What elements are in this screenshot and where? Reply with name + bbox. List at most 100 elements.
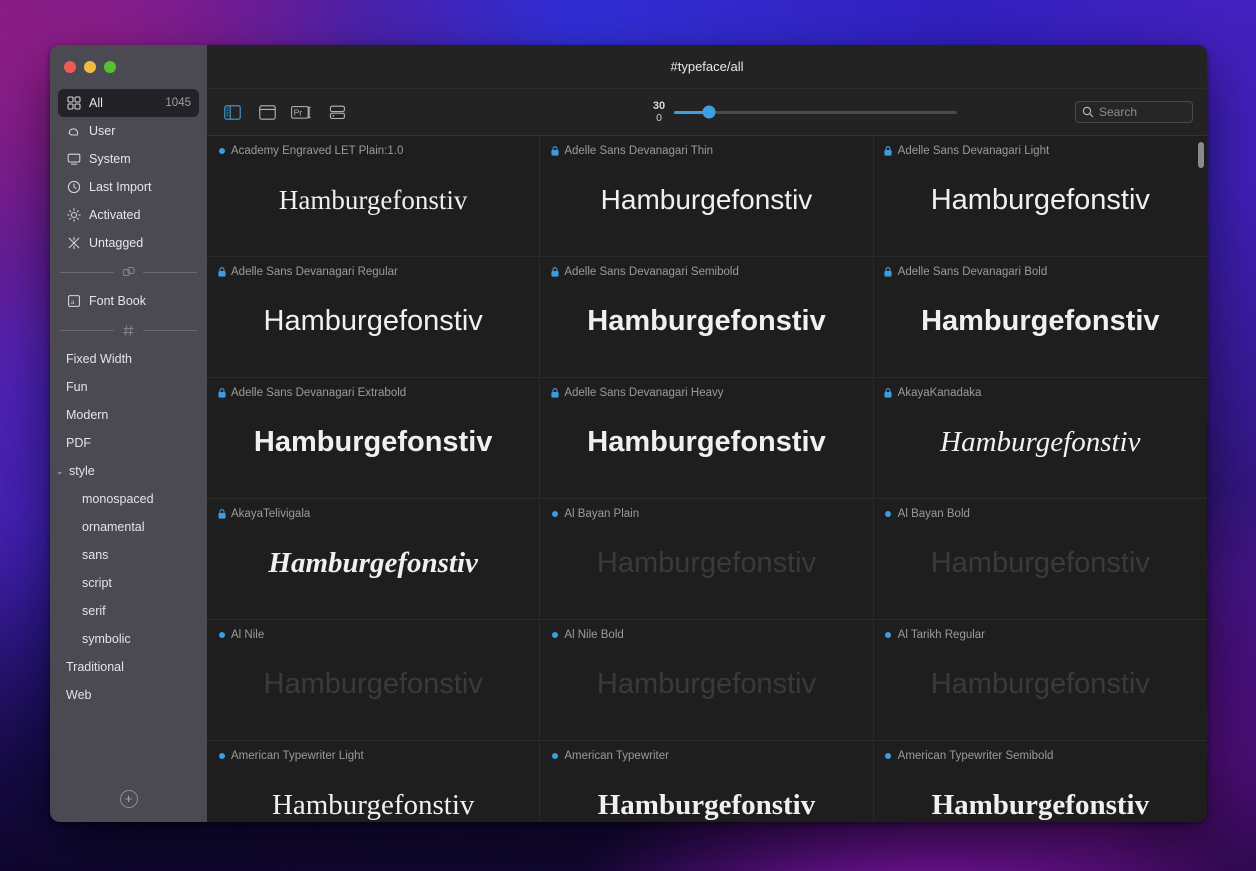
lock-icon [884,388,893,398]
divider-tags [50,315,207,345]
font-card[interactable]: American Typewriter Light Hamburgefonsti… [207,741,541,822]
font-card[interactable]: Al Nile Hamburgefonstiv [207,620,541,741]
font-card[interactable]: Adelle Sans Devanagari Heavy Hamburgefon… [540,378,874,499]
close-button[interactable] [64,61,76,73]
sidebar-tag-ornamental[interactable]: ornamental [50,513,207,541]
font-card-header: Al Bayan Plain [550,508,862,520]
font-name: Adelle Sans Devanagari Thin [564,145,714,157]
clock-icon [66,180,81,195]
list-rows-icon[interactable] [326,102,348,122]
sidebar-tag-monospaced[interactable]: monospaced [50,485,207,513]
sidebar-item-system[interactable]: System [58,145,199,173]
add-collection-button[interactable]: + [119,790,138,808]
font-name: Adelle Sans Devanagari Light [897,145,1050,157]
sidebar-tag-label: Fixed Width [66,352,132,366]
lock-icon [550,267,559,277]
sidebar-tag-traditional[interactable]: Traditional [50,653,207,681]
slider-knob[interactable] [702,105,716,119]
font-card[interactable]: Adelle Sans Devanagari Semibold Hamburge… [540,257,874,378]
zoom-button[interactable] [104,61,116,73]
lock-icon [884,146,893,156]
font-sample-text: Hamburgefonstiv [597,788,816,821]
font-size-slider[interactable]: 30 0 [648,100,957,124]
sidebar-tag-sans[interactable]: sans [50,541,207,569]
sidebar-tag-fixed-width[interactable]: Fixed Width [50,345,207,373]
chevron-down-icon[interactable]: ⌄ [56,466,65,477]
font-grid-scroll-area: Academy Engraved LET Plain:1.0 Hamburgef… [207,136,1207,822]
svg-text:Pr: Pr [294,107,303,117]
sidebar-tag-modern[interactable]: Modern [50,401,207,429]
font-card[interactable]: Al Tarikh Regular Hamburgefonstiv [873,620,1207,741]
search-icon [1082,106,1094,118]
status-dot-icon [550,509,559,519]
sidebar-tag-label: Fun [66,380,88,394]
font-card[interactable]: Adelle Sans Devanagari Thin Hamburgefons… [540,136,874,257]
font-sample-text: Hamburgefonstiv [263,667,483,700]
sidebar-tag-label: Traditional [66,660,124,674]
sidebar-item-last-import[interactable]: Last Import [58,173,199,201]
lock-icon [217,509,226,519]
sidebar-toggle-icon[interactable] [221,102,243,122]
font-card[interactable]: Academy Engraved LET Plain:1.0 Hamburgef… [207,136,541,257]
font-name: Adelle Sans Devanagari Semibold [564,266,739,278]
sidebar-item-all[interactable]: All 1045 [58,89,199,117]
sidebar-tag-style[interactable]: ⌄ style [50,457,207,485]
sidebar-footer: + [50,776,207,822]
sidebar-tag-serif[interactable]: serif [50,597,207,625]
sidebar-collection-label: Font Book [89,294,146,308]
font-sample-text: Hamburgefonstiv [940,425,1141,458]
sidebar-tag-label: style [69,464,95,478]
font-name: Al Bayan Bold [897,508,970,520]
sidebar-item-untagged[interactable]: Untagged [58,229,199,257]
font-card[interactable]: Al Bayan Plain Hamburgefonstiv [540,499,874,620]
font-name: Al Nile [231,629,265,641]
search-field[interactable] [1075,101,1193,123]
cloud-icon [66,124,81,139]
lock-icon [884,267,893,277]
font-name: AkayaKanadaka [897,387,982,399]
font-sample-text: Hamburgefonstiv [268,546,478,579]
lock-icon [550,388,559,398]
vertical-scrollbar[interactable] [1198,142,1204,168]
collections-icon [121,265,136,280]
sidebar-tag-pdf[interactable]: PDF [50,429,207,457]
font-card[interactable]: Al Nile Bold Hamburgefonstiv [540,620,874,741]
font-card[interactable]: Adelle Sans Devanagari Regular Hamburgef… [207,257,541,378]
minimize-button[interactable] [84,61,96,73]
font-sample-text: Hamburgefonstiv [930,183,1150,216]
font-grid: Academy Engraved LET Plain:1.0 Hamburgef… [207,136,1207,822]
sidebar-item-activated[interactable]: Activated [58,201,199,229]
preview-text-icon[interactable]: Pr [291,102,313,122]
sidebar-tag-label: monospaced [82,492,154,506]
font-card[interactable]: AkayaTelivigala Hamburgefonstiv [207,499,541,620]
sidebar-tag-script[interactable]: script [50,569,207,597]
sidebar-collection-font-book[interactable]: a Font Book [58,287,199,315]
font-card[interactable]: Adelle Sans Devanagari Light Hamburgefon… [873,136,1207,257]
svg-text:a: a [71,297,75,306]
window-titlebar: #typeface/all [207,45,1207,89]
font-card[interactable]: AkayaKanadaka Hamburgefonstiv [873,378,1207,499]
font-name: American Typewriter Semibold [897,750,1054,762]
sidebar-tag-web[interactable]: Web [50,681,207,709]
sidebar-item-label: User [89,124,116,138]
sidebar-tag-symbolic[interactable]: symbolic [50,625,207,653]
font-card[interactable]: American Typewriter Semibold Hamburgefon… [874,741,1207,822]
slider-track[interactable] [674,105,957,119]
sidebar-tag-label: PDF [66,436,91,450]
font-name: Adelle Sans Devanagari Heavy [564,387,724,399]
search-input[interactable] [1099,105,1186,119]
font-card[interactable]: Adelle Sans Devanagari Bold Hamburgefons… [873,257,1207,378]
status-dot-icon [550,630,559,640]
content-area: #typeface/all Pr 30 0 Search Academy Eng… [207,45,1207,822]
font-card[interactable]: Adelle Sans Devanagari Extrabold Hamburg… [207,378,541,499]
font-name: Adelle Sans Devanagari Extrabold [231,387,407,399]
font-sample-text: Hamburgefonstiv [587,425,826,458]
font-card[interactable]: Al Bayan Bold Hamburgefonstiv [873,499,1207,620]
single-pane-icon[interactable] [256,102,278,122]
font-card-header: Adelle Sans Devanagari Light [884,145,1197,157]
font-card[interactable]: American Typewriter Hamburgefonstiv [540,741,874,822]
page-title: #typeface/all [670,59,744,74]
sidebar-tag-fun[interactable]: Fun [50,373,207,401]
font-sample-text: Hamburgefonstiv [253,425,493,458]
sidebar-item-user[interactable]: User [58,117,199,145]
